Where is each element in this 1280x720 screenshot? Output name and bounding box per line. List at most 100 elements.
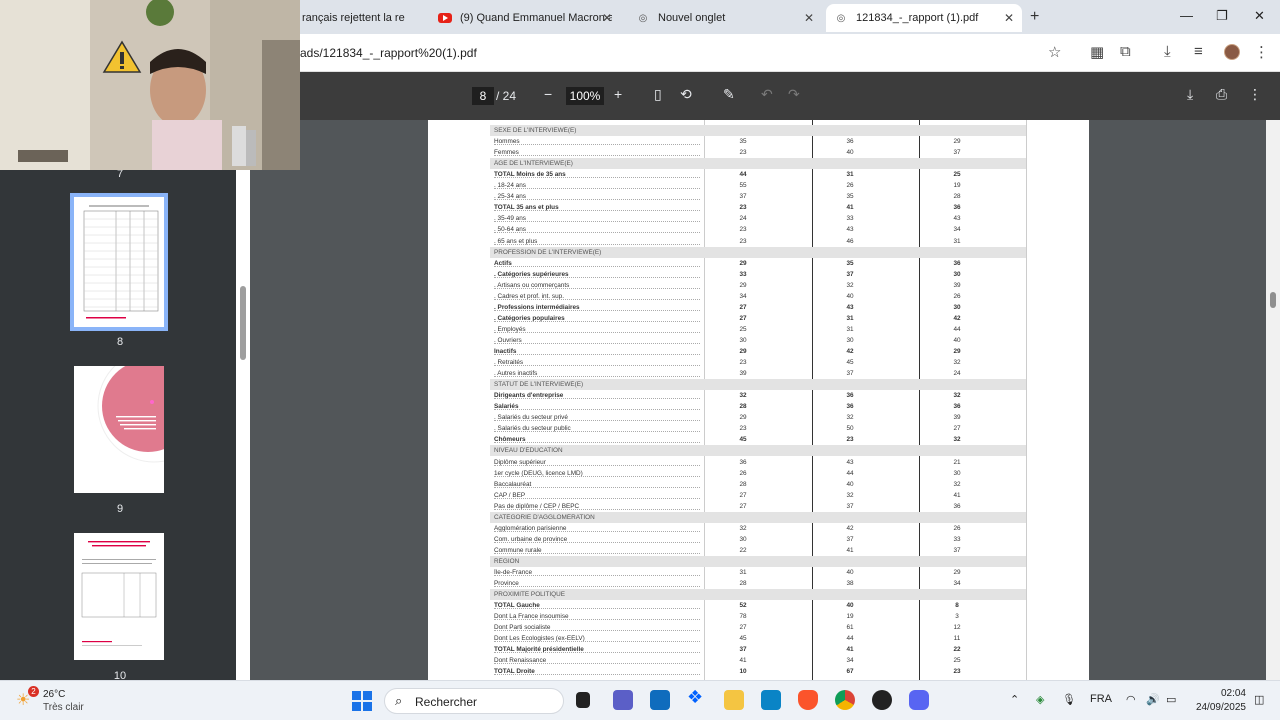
- table-row: TOTAL Majorité présidentielle 37 41 22: [490, 644, 1026, 655]
- table-row: Diplôme supérieur 36 43 21: [490, 457, 1026, 468]
- media-control-icon[interactable]: ≡: [1194, 43, 1203, 60]
- close-tab-icon[interactable]: ✕: [804, 11, 814, 25]
- new-tab-button[interactable]: +: [1030, 8, 1039, 26]
- volume-icon[interactable]: 🔊: [1146, 693, 1160, 706]
- cell-value: 26: [739, 469, 747, 477]
- weather-temp[interactable]: 26°C: [43, 689, 65, 700]
- chrome-taskbar-icon[interactable]: [835, 690, 855, 710]
- thumbnail-page-10[interactable]: [74, 533, 164, 660]
- cell-value: 29: [953, 569, 961, 576]
- viewer-scrollbar-thumb[interactable]: [1270, 292, 1276, 308]
- minimize-icon[interactable]: —: [1180, 8, 1193, 23]
- downloads-icon[interactable]: ⤓: [1164, 43, 1171, 60]
- address-bar[interactable]: ads/121834_-_rapport%20(1).pdf: [300, 46, 477, 60]
- cell-value: 27: [739, 491, 747, 499]
- cell-value: 23: [739, 425, 747, 433]
- dropbox-icon[interactable]: ❖: [687, 687, 707, 707]
- table-row: . 25-34 ans 37 35 28: [490, 191, 1026, 202]
- clock-time[interactable]: 02:04: [1206, 688, 1246, 699]
- leader-dots: [494, 376, 700, 378]
- bookmark-star-icon[interactable]: ☆: [1048, 43, 1061, 61]
- cell-value: 34: [953, 226, 961, 234]
- fit-page-icon[interactable]: ▯: [654, 86, 662, 103]
- rotate-icon[interactable]: ⟲: [680, 86, 692, 103]
- cell-value: 37: [846, 502, 854, 510]
- viewer-scrollbar[interactable]: [1266, 120, 1280, 680]
- app-icon[interactable]: [872, 690, 892, 710]
- file-explorer-icon[interactable]: [724, 690, 744, 710]
- extensions-icon[interactable]: ⧉: [1120, 43, 1131, 60]
- cell-value: 40: [846, 149, 854, 157]
- profile-avatar[interactable]: [1224, 44, 1240, 60]
- cell-value: 26: [953, 292, 961, 300]
- zoom-input[interactable]: 100%: [566, 87, 604, 105]
- wifi-icon[interactable]: ◠: [1126, 693, 1136, 706]
- leader-dots: [494, 586, 700, 588]
- clock-date[interactable]: 24/09/2025: [1194, 702, 1246, 713]
- discord-icon[interactable]: [909, 690, 929, 710]
- zoom-in-icon[interactable]: +: [614, 86, 622, 102]
- notifications-icon[interactable]: ◫: [1254, 693, 1264, 706]
- cell-value: 37: [846, 270, 854, 278]
- tab-article[interactable]: rançais rejettent la re: [294, 4, 424, 32]
- thumbnail-page-9[interactable]: [74, 366, 164, 493]
- table-row: Chômeurs 45 23 32: [490, 434, 1026, 445]
- tray-expand-icon[interactable]: ⌃: [1010, 693, 1019, 706]
- row-label: NIVEAU D'ÉDUCATION: [494, 447, 563, 455]
- close-tab-icon[interactable]: ✕: [602, 11, 612, 25]
- redo-icon[interactable]: ↷: [788, 86, 800, 103]
- zoom-out-icon[interactable]: −: [544, 86, 552, 102]
- windows-start-icon[interactable]: [352, 691, 372, 711]
- maximize-icon[interactable]: ❐: [1216, 8, 1228, 24]
- cell-value: 40: [953, 336, 961, 344]
- close-tab-icon[interactable]: ✕: [1004, 11, 1014, 25]
- language-indicator[interactable]: FRA: [1090, 693, 1112, 705]
- annotate-pen-icon[interactable]: ✎: [723, 86, 735, 103]
- sidebar-scrollbar[interactable]: [236, 170, 250, 680]
- cell-value: 44: [846, 469, 854, 477]
- more-options-icon[interactable]: ⋮: [1248, 86, 1262, 103]
- leader-dots: [494, 431, 700, 433]
- tab-youtube[interactable]: (9) Quand Emmanuel Macron a ✕: [430, 4, 620, 32]
- qr-code-icon[interactable]: ▦: [1090, 43, 1104, 61]
- webcam-video: [0, 0, 300, 170]
- thumbnail-preview: [97, 366, 164, 463]
- task-view-icon[interactable]: [576, 692, 590, 708]
- print-icon[interactable]: ⎙: [1216, 86, 1227, 103]
- cell-value: 11: [953, 635, 961, 643]
- taskbar-search[interactable]: ⌕ Rechercher: [384, 688, 564, 714]
- cell-value: 44: [846, 635, 854, 643]
- leader-dots: [494, 652, 700, 654]
- teams-icon[interactable]: [613, 690, 633, 710]
- cell-value: 25: [953, 171, 961, 179]
- thumbnail-page-8[interactable]: [70, 193, 168, 331]
- pdf-page: SEXE DE L'INTERVIEWÉ(E) Hommes 35 36 29 Femme…: [428, 120, 1089, 680]
- page-number-input[interactable]: 8: [472, 87, 494, 105]
- leader-dots: [494, 475, 700, 477]
- table-row: . Catégories populaires 27 31 42: [490, 313, 1026, 324]
- cell-value: 36: [953, 502, 961, 510]
- brave-icon[interactable]: [798, 690, 818, 710]
- tab-new-tab[interactable]: ◎ Nouvel onglet ✕: [628, 4, 822, 32]
- cell-value: 40: [846, 480, 854, 488]
- close-window-icon[interactable]: ✕: [1254, 8, 1265, 24]
- leader-dots: [494, 177, 700, 179]
- sidebar-scrollbar-thumb[interactable]: [240, 286, 246, 360]
- leader-dots: [494, 298, 700, 300]
- cell-value: 29: [739, 348, 747, 355]
- cell-value: 41: [739, 657, 747, 665]
- tab-pdf[interactable]: ◎ 121834_-_rapport (1).pdf ✕: [826, 4, 1022, 32]
- screen: rançais rejettent la re (9) Quand Emmanu…: [0, 0, 1280, 720]
- cell-value: 8: [955, 602, 959, 610]
- download-icon[interactable]: ⤓: [1187, 86, 1193, 103]
- security-icon[interactable]: ◈: [1036, 693, 1044, 706]
- remote-desktop-icon[interactable]: [761, 690, 781, 710]
- table-row: Dont Renaissance 41 34 25: [490, 655, 1026, 666]
- battery-icon[interactable]: ▭: [1166, 693, 1176, 706]
- undo-icon[interactable]: ↶: [761, 86, 773, 103]
- microphone-icon[interactable]: 🎙: [1062, 693, 1076, 706]
- leader-dots: [494, 144, 700, 146]
- cell-value: 37: [739, 646, 747, 654]
- store-icon[interactable]: [650, 690, 670, 710]
- menu-kebab-icon[interactable]: ⋮: [1254, 43, 1269, 61]
